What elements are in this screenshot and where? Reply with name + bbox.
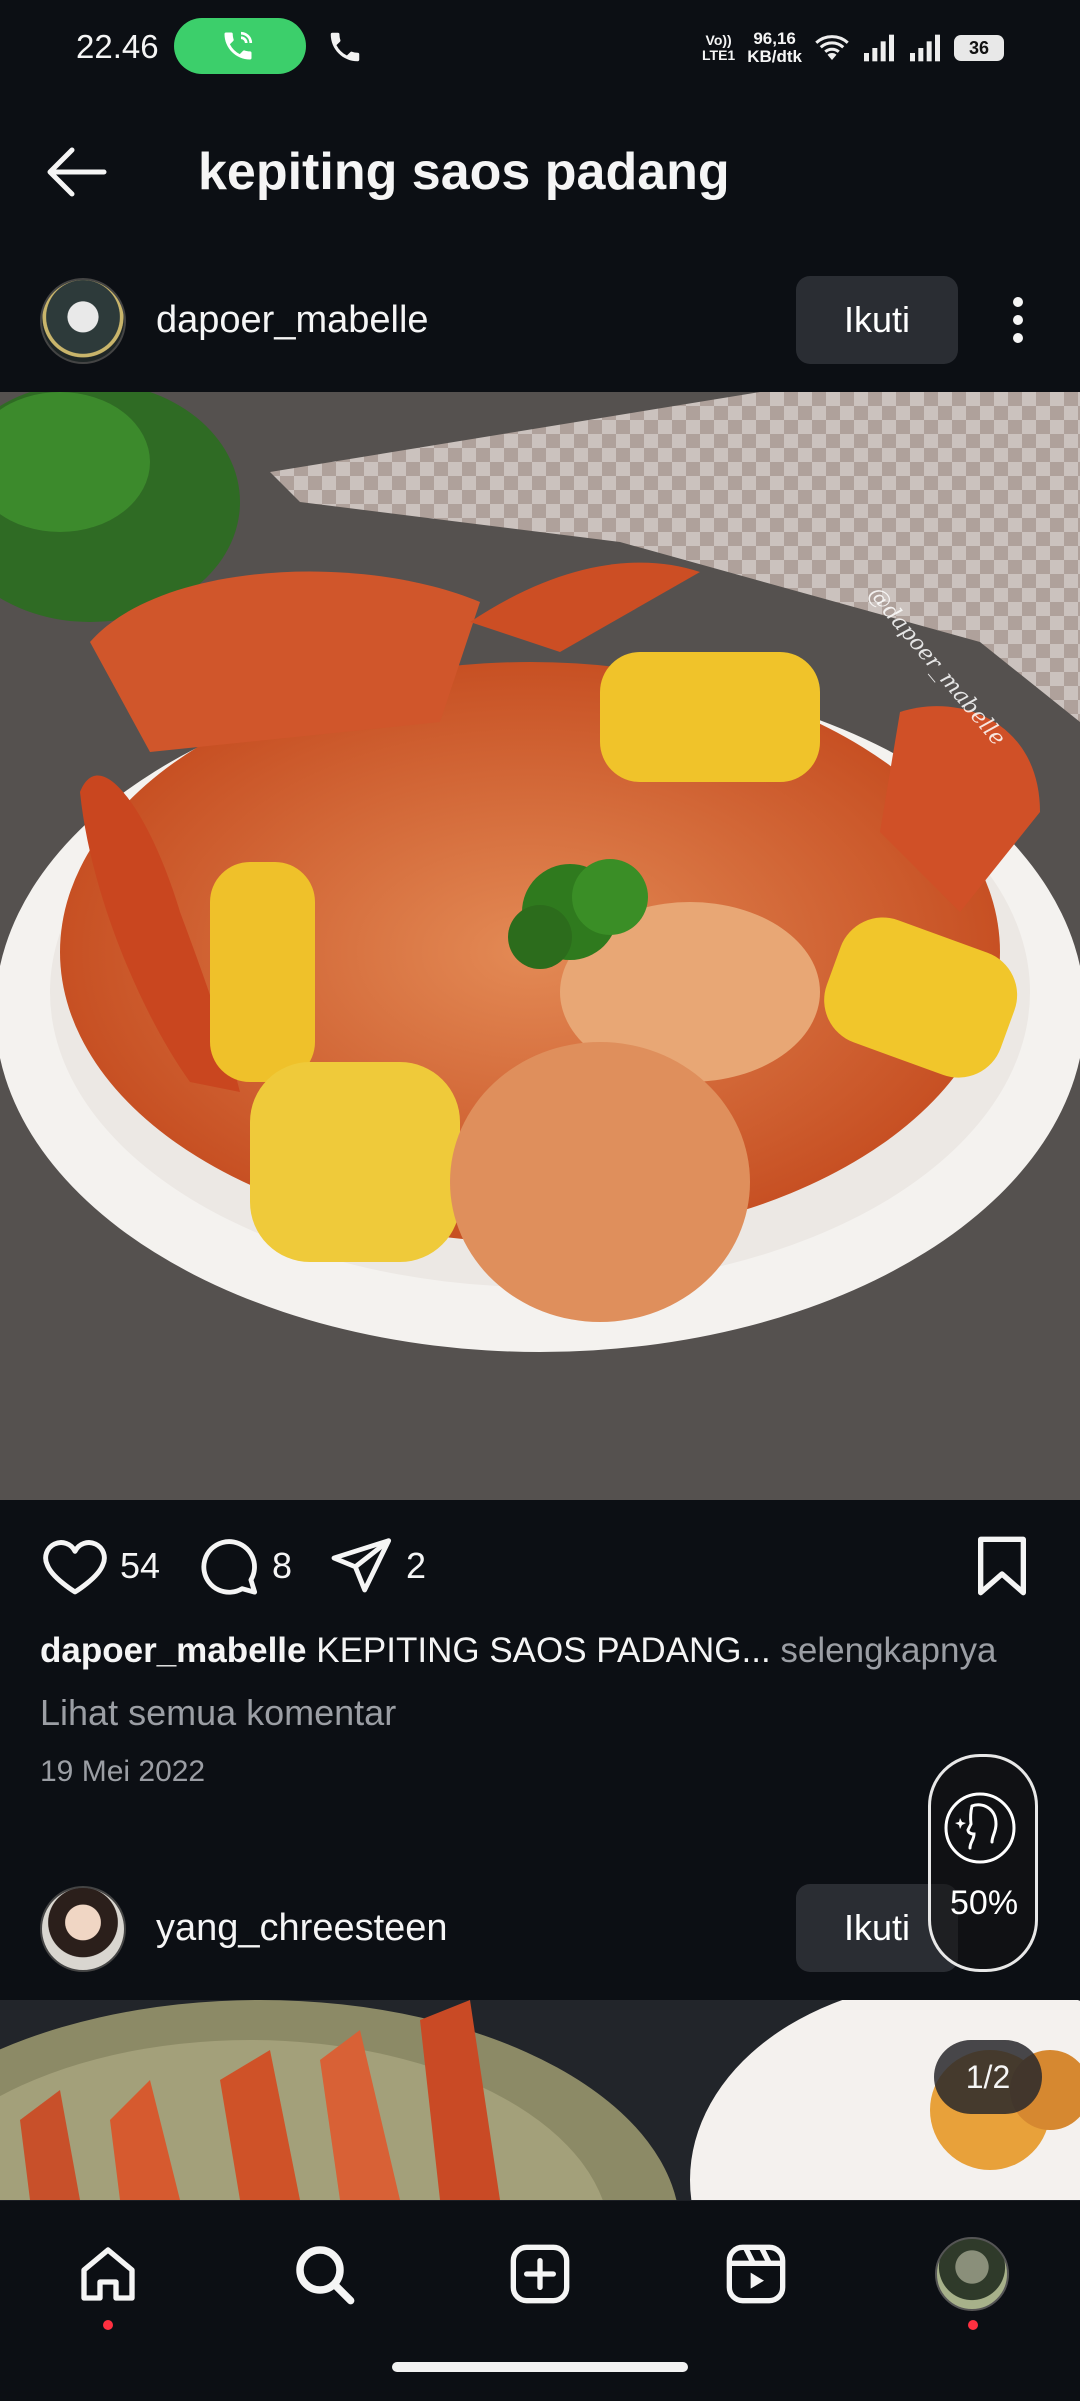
nav-home[interactable] (68, 2234, 148, 2314)
comment-count: 8 (272, 1545, 293, 1586)
back-button[interactable] (40, 140, 112, 204)
heart-icon (43, 1540, 107, 1595)
avatar[interactable] (40, 1886, 126, 1972)
caption-more-link[interactable]: selengkapnya (780, 1631, 996, 1670)
bookmark-icon (978, 1536, 1026, 1596)
page-title: kepiting saos padang (198, 143, 730, 201)
post-caption[interactable]: dapoer_mabelle KEPITING SAOS PADANG... s… (40, 1628, 996, 1674)
like-button[interactable]: 54 (42, 1534, 160, 1598)
create-icon (510, 2244, 570, 2304)
nav-profile[interactable] (932, 2234, 1012, 2314)
share-button[interactable]: 2 (330, 1534, 426, 1598)
phone-call-icon (224, 31, 253, 60)
save-button[interactable] (974, 1534, 1030, 1603)
profile-avatar (935, 2237, 1009, 2311)
signal-icon-1 (864, 34, 894, 62)
post-date: 19 Mei 2022 (40, 1755, 206, 1788)
speed-unit: KB/dtk (747, 47, 802, 66)
network-speed: 96,16 KB/dtk (747, 30, 802, 66)
carousel-page-counter: 1/2 (934, 2040, 1042, 2114)
home-notification-dot (103, 2320, 113, 2330)
post-image[interactable] (0, 392, 1080, 1500)
status-time: 22.46 (76, 28, 159, 65)
nav-create[interactable] (500, 2234, 580, 2314)
view-all-comments-link[interactable]: Lihat semua komentar (40, 1690, 396, 1736)
status-icons: Vo)) LTE1 96,16 KB/dtk 36 (702, 24, 1004, 72)
home-icon (81, 2247, 135, 2301)
profile-notification-dot (968, 2320, 978, 2330)
nav-reels[interactable] (716, 2234, 796, 2314)
follow-button[interactable]: Ikuti (796, 276, 958, 364)
post-username[interactable]: yang_chreesteen (156, 1904, 448, 1952)
more-vertical-icon (1013, 297, 1023, 343)
more-options-button[interactable] (1000, 292, 1036, 348)
caption-text: KEPITING SAOS PADANG... (316, 1631, 771, 1670)
wifi-icon (815, 35, 849, 60)
caption-username[interactable]: dapoer_mabelle (40, 1631, 307, 1670)
nav-search[interactable] (284, 2234, 364, 2314)
battery-indicator: 36 (954, 35, 1004, 61)
ongoing-call-pill[interactable] (174, 18, 306, 74)
post-image[interactable] (0, 2000, 1080, 2200)
send-icon (331, 1538, 392, 1593)
avatar[interactable] (40, 278, 126, 364)
comment-button[interactable]: 8 (196, 1534, 292, 1598)
share-count: 2 (406, 1545, 427, 1586)
floating-percent: 50% (950, 1884, 1019, 1922)
search-icon (296, 2246, 355, 2305)
volte-indicator: Vo)) LTE1 (702, 33, 735, 63)
volte-label: Vo)) (705, 32, 732, 48)
reels-icon (726, 2244, 786, 2304)
phone-icon (326, 28, 364, 71)
back-arrow-icon (47, 147, 107, 197)
comment-icon (201, 1539, 258, 1595)
post-username[interactable]: dapoer_mabelle (156, 296, 429, 344)
signal-icon-2 (910, 34, 940, 62)
speed-value: 96,16 (753, 29, 796, 48)
lte-label: LTE1 (702, 47, 736, 63)
face-profile-icon (942, 1790, 1018, 1871)
home-indicator[interactable] (392, 2362, 688, 2372)
like-count: 54 (120, 1545, 161, 1586)
